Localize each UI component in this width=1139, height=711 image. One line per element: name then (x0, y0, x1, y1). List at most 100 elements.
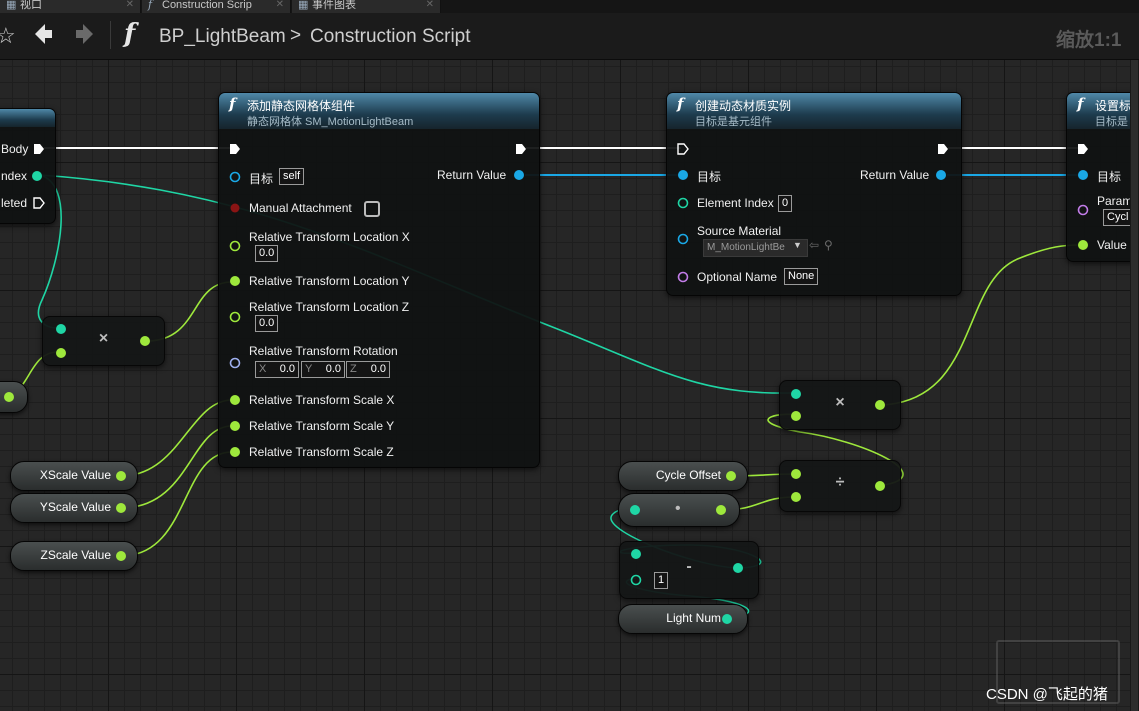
rotation-label: Relative Transform Rotation (249, 344, 398, 358)
pin-label-completed: leted (1, 196, 28, 210)
rotation-z-box[interactable]: Z 0.0 (346, 361, 390, 378)
target-label: 目标 (249, 172, 274, 186)
float-in-pin[interactable] (229, 394, 241, 406)
function-icon: f (229, 95, 236, 113)
scale-x-label: Relative Transform Scale X (249, 393, 395, 407)
float-in-pin[interactable] (229, 420, 241, 432)
xscale-variable-node[interactable]: XScale Value (10, 461, 138, 491)
value-label: Value (1097, 238, 1127, 252)
element-index-value[interactable]: 0 (778, 195, 793, 212)
exec-in-pin[interactable] (1077, 143, 1089, 155)
yscale-variable-node[interactable]: YScale Value (10, 493, 138, 523)
cycle-offset-variable-node[interactable]: Cycle Offset (618, 461, 748, 491)
exec-out-pin[interactable] (33, 143, 45, 155)
chevron-down-icon[interactable]: ▼ (793, 240, 802, 250)
int-in-pin[interactable] (630, 574, 642, 586)
set-parameter-node[interactable]: f 设置标 目标是 目标 Param Cycl Value (1066, 92, 1139, 262)
int-in-pin[interactable] (790, 388, 802, 400)
use-selected-arrow-icon[interactable]: ⇦ (809, 238, 819, 252)
object-in-pin[interactable] (229, 171, 241, 183)
scrollbar-thumb[interactable] (1131, 60, 1138, 711)
node-subtitle: 目标是基元组件 (695, 116, 772, 128)
rotator-in-pin[interactable] (229, 357, 241, 369)
object-in-pin[interactable] (677, 169, 689, 181)
float-in-pin[interactable] (55, 347, 67, 359)
target-value[interactable]: self (279, 168, 305, 185)
node-header: f 设置标 目标是 (1067, 93, 1139, 129)
name-in-pin[interactable] (677, 271, 689, 283)
float-in-pin[interactable] (229, 446, 241, 458)
wire-layer (7, 147, 1081, 620)
return-value-label: Return Value (437, 168, 507, 182)
rotation-y-box[interactable]: Y 0.0 (301, 361, 345, 378)
object-in-pin[interactable] (677, 233, 689, 245)
loop-node[interactable]: Body ndex leted (0, 108, 56, 224)
int-out-pin[interactable] (721, 613, 733, 625)
exec-in-pin[interactable] (229, 143, 241, 155)
exec-out-pin[interactable] (937, 143, 949, 155)
exec-out-pin[interactable] (515, 143, 527, 155)
node-title: 创建动态材质实例 (695, 99, 792, 113)
object-in-pin[interactable] (1077, 169, 1089, 181)
float-in-pin[interactable] (229, 240, 241, 252)
float-out-pin[interactable] (874, 480, 886, 492)
zscale-variable-node[interactable]: ZScale Value (10, 541, 138, 571)
rotation-z-letter: Z (350, 363, 357, 375)
float-in-pin[interactable] (229, 275, 241, 287)
target-label: 目标 (1097, 170, 1122, 184)
float-out-pin[interactable] (874, 399, 886, 411)
float-out-pin[interactable] (725, 470, 737, 482)
function-icon: f (1077, 95, 1084, 113)
node-subtitle: 目标是 (1095, 116, 1128, 128)
int-in-pin[interactable] (677, 197, 689, 209)
location-y-label: Relative Transform Location Y (249, 274, 410, 288)
light-num-variable-node[interactable]: Light Num (618, 604, 748, 634)
float-out-pin[interactable] (3, 391, 15, 403)
float-out-pin[interactable] (139, 335, 151, 347)
int-to-float-conversion-node[interactable]: • (618, 493, 740, 527)
add-static-mesh-node[interactable]: f 添加静态网格体组件 静态网格体 SM_MotionLightBeam 目标 … (218, 92, 540, 468)
bool-in-pin[interactable] (229, 202, 241, 214)
rotation-z-value: 0.0 (370, 363, 386, 375)
node-title: 添加静态网格体组件 (247, 99, 356, 113)
multiply-node[interactable]: × (42, 316, 165, 366)
int-in-pin[interactable] (629, 504, 641, 516)
subtract-node[interactable]: - 1 (619, 541, 759, 599)
int-in-pin[interactable] (55, 323, 67, 335)
int-out-pin[interactable] (31, 170, 43, 182)
float-in-pin[interactable] (790, 410, 802, 422)
rotation-x-box[interactable]: X 0.0 (255, 361, 299, 378)
name-in-pin[interactable] (1077, 204, 1089, 216)
subtract-literal-value[interactable]: 1 (654, 572, 669, 589)
float-in-pin[interactable] (790, 491, 802, 503)
int-in-pin[interactable] (630, 548, 642, 560)
float-in-pin[interactable] (790, 468, 802, 480)
optional-name-value[interactable]: None (784, 268, 819, 285)
float-in-pin[interactable] (229, 311, 241, 323)
divide-node[interactable]: ÷ (779, 460, 901, 512)
scale-z-label: Relative Transform Scale Z (249, 445, 394, 459)
vertical-scrollbar[interactable] (1130, 60, 1139, 711)
object-out-pin[interactable] (935, 169, 947, 181)
location-z-value[interactable]: 0.0 (255, 315, 279, 332)
object-out-pin[interactable] (513, 169, 525, 181)
multiply-node[interactable]: × (779, 380, 901, 430)
exec-in-pin[interactable] (677, 143, 689, 155)
float-out-pin[interactable] (115, 502, 127, 514)
float-out-pin[interactable] (715, 504, 727, 516)
int-out-pin[interactable] (732, 562, 744, 574)
exec-out-pin[interactable] (33, 197, 45, 209)
create-dynamic-material-node[interactable]: f 创建动态材质实例 目标是基元组件 目标 Return Value Eleme… (666, 92, 962, 296)
location-x-label: Relative Transform Location X (249, 230, 410, 244)
variable-label: XScale Value (39, 468, 111, 482)
partial-variable-node[interactable] (0, 381, 28, 413)
float-out-pin[interactable] (115, 550, 127, 562)
function-icon: f (677, 95, 684, 113)
float-in-pin[interactable] (1077, 239, 1089, 251)
float-out-pin[interactable] (115, 470, 127, 482)
manual-attachment-checkbox[interactable] (364, 201, 380, 217)
browse-search-icon[interactable]: ⚲ (824, 238, 833, 252)
variable-label: Cycle Offset (655, 468, 721, 482)
variable-label: Light Num (666, 611, 721, 625)
location-x-value[interactable]: 0.0 (255, 245, 279, 262)
